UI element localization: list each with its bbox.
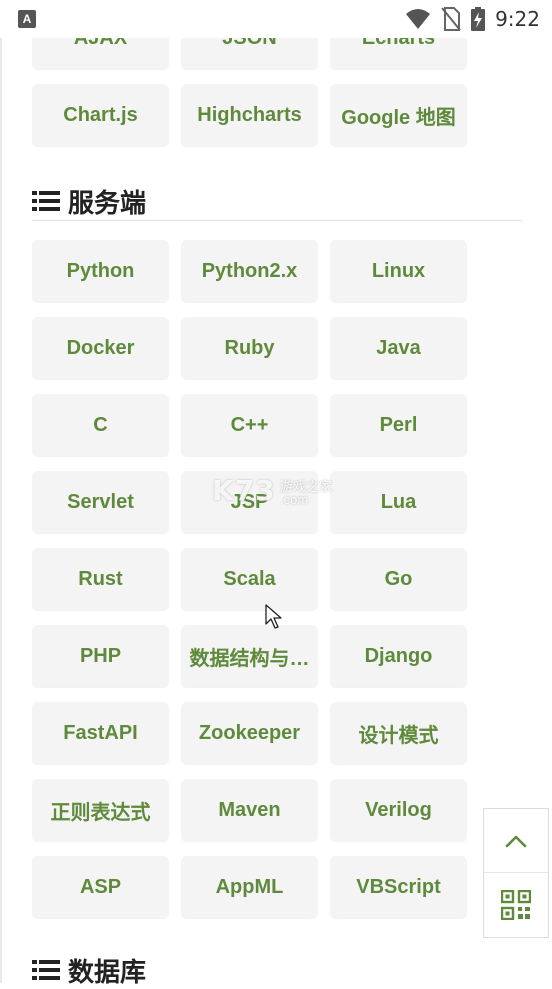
page-left-border — [0, 38, 2, 983]
course-button[interactable]: Perl — [330, 394, 467, 456]
list-icon — [32, 191, 60, 211]
status-bar: A 9:22 — [0, 0, 552, 38]
course-button-google-maps[interactable]: Google 地图 — [330, 84, 467, 146]
course-button[interactable]: C++ — [181, 394, 318, 456]
course-button[interactable]: Rust — [32, 548, 169, 610]
mouse-cursor-icon — [265, 604, 282, 629]
battery-charging-icon — [471, 7, 486, 31]
wifi-icon — [406, 9, 431, 29]
course-button[interactable]: C — [32, 394, 169, 456]
course-button[interactable]: Docker — [32, 317, 169, 379]
course-button[interactable]: 数据结构与… — [181, 625, 318, 687]
course-button[interactable]: FastAPI — [32, 702, 169, 764]
course-button[interactable]: PHP — [32, 625, 169, 687]
clock: 9:22 — [495, 7, 540, 31]
course-button[interactable]: 设计模式 — [330, 702, 467, 764]
list-icon — [32, 960, 60, 980]
qr-code-button[interactable] — [484, 873, 548, 936]
app-notification-icon: A — [18, 10, 36, 28]
course-button[interactable]: VBScript — [330, 856, 467, 918]
qr-code-icon — [501, 889, 531, 920]
course-button[interactable]: Linux — [330, 240, 467, 302]
course-button[interactable]: Django — [330, 625, 467, 687]
course-button[interactable]: Maven — [181, 779, 318, 841]
course-button[interactable]: Zookeeper — [181, 702, 318, 764]
section-title-server: 服务端 — [32, 183, 146, 219]
floating-action-panel — [483, 808, 549, 938]
course-button-highcharts[interactable]: Highcharts — [181, 84, 318, 146]
course-button-chartjs[interactable]: Chart.js — [32, 84, 169, 146]
course-button[interactable]: Lua — [330, 471, 467, 533]
course-button[interactable]: Go — [330, 548, 467, 610]
course-button[interactable]: Verilog — [330, 779, 467, 841]
course-button[interactable]: Scala — [181, 548, 318, 610]
no-sim-icon — [441, 7, 461, 31]
course-button[interactable]: Python2.x — [181, 240, 318, 302]
section-title-text: 服务端 — [68, 187, 147, 218]
section-divider — [32, 220, 522, 221]
course-button[interactable]: 正则表达式 — [32, 779, 169, 841]
course-button[interactable]: Ruby — [181, 317, 318, 379]
page-content: A 9:22 AJAX JSON Echarts Chart.js Highch… — [0, 0, 552, 987]
course-button[interactable]: AppML — [181, 856, 318, 918]
chevron-up-icon — [505, 835, 527, 847]
course-button[interactable]: Java — [330, 317, 467, 379]
course-button[interactable]: JSP — [181, 471, 318, 533]
course-button[interactable]: ASP — [32, 856, 169, 918]
course-button[interactable]: Python — [32, 240, 169, 302]
course-button[interactable]: Servlet — [32, 471, 169, 533]
back-to-top-button[interactable] — [484, 809, 548, 873]
